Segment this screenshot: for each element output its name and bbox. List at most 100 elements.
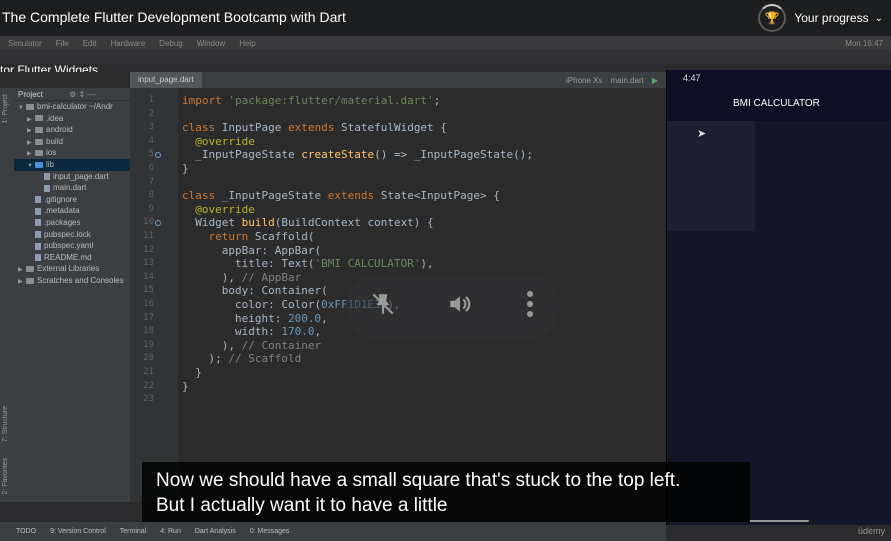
code-line[interactable]: title: Text('BMI CALCULATOR'), — [182, 257, 434, 271]
line-number: 16 — [143, 299, 154, 309]
code-line[interactable]: ), // Container — [182, 339, 321, 353]
more-icon[interactable] — [525, 290, 535, 322]
tree-item[interactable]: ▼ lib — [14, 158, 130, 171]
tree-item[interactable]: ▶ build — [14, 136, 130, 148]
code-line[interactable]: appBar: AppBar( — [182, 244, 321, 258]
override-marker-icon[interactable] — [155, 219, 161, 226]
side-tab-project: 1: Project — [2, 94, 9, 124]
caption-line: Now we should have a small square that's… — [156, 470, 681, 491]
chevron-down-icon[interactable]: ⌄ — [875, 13, 883, 24]
code-line[interactable]: @override — [182, 203, 255, 217]
file-icon — [44, 172, 50, 180]
code-line[interactable]: _InputPageState createState() => _InputP… — [182, 148, 533, 162]
tree-item[interactable]: main.dart — [14, 182, 130, 194]
tree-item-label: input_page.dart — [53, 171, 109, 181]
folder-icon — [35, 161, 43, 168]
code-line[interactable]: height: 200.0, — [182, 312, 328, 326]
line-number: 23 — [143, 394, 154, 405]
side-tab-favorites: 2: Favorites — [2, 458, 9, 495]
project-panel-title: Project — [18, 90, 43, 99]
code-line[interactable]: width: 170.0, — [182, 325, 321, 339]
caption-line: But I actually want it to have a little — [156, 495, 448, 516]
folder-icon — [26, 277, 34, 284]
file-icon — [35, 219, 41, 227]
udemy-watermark: ûdemy — [857, 526, 885, 536]
tree-item-label: android — [46, 125, 73, 135]
run-target: main.dart — [610, 75, 644, 85]
code-line[interactable]: } — [182, 380, 189, 394]
folder-icon — [35, 127, 43, 134]
tree-item[interactable]: ▼ bmi-calculator ~/Andr — [14, 101, 130, 113]
tree-item-label: .packages — [44, 217, 81, 227]
tree-item[interactable]: ▶ Scratches and Consoles — [14, 275, 130, 287]
tree-item[interactable]: pubspec.lock — [14, 229, 130, 241]
menubar-item: Window — [196, 38, 226, 48]
tree-arrow-icon: ▶ — [18, 278, 23, 285]
tree-item-label: lib — [46, 159, 55, 169]
menubar-item: Edit — [82, 38, 97, 48]
line-number: 6 — [148, 163, 154, 173]
tree-item[interactable]: .gitignore — [14, 194, 130, 206]
bottom-tab-terminal: Terminal — [119, 528, 147, 535]
progress-label[interactable]: Your progress — [794, 11, 868, 25]
code-line[interactable]: return Scaffold( — [182, 230, 315, 244]
subtitle-caption: Now we should have a small square that's… — [142, 462, 750, 522]
video-player[interactable]: Simulator File Edit Hardware Debug Windo… — [0, 36, 891, 541]
file-icon — [35, 242, 41, 250]
bottom-tab-version-control: 9: Version Control — [50, 528, 106, 535]
code-line[interactable]: Widget build(BuildContext context) { — [182, 216, 433, 230]
tree-item[interactable]: ▶ android — [14, 124, 130, 136]
progress-menu[interactable]: 🏆 Your progress ⌄ — [758, 0, 891, 36]
video-controls-overlay — [345, 274, 560, 338]
pin-off-icon[interactable] — [370, 291, 396, 321]
ide-window: input_page.dart iPhone Xs main.dart ▶ 1:… — [0, 72, 666, 502]
tree-item-label: ios — [46, 148, 57, 158]
project-panel: Project ⚙ ⇕ — ▼ bmi-calculator ~/Andr ▶ .id… — [14, 88, 130, 502]
code-line[interactable]: @override — [182, 135, 255, 149]
line-number: 5 — [148, 149, 154, 160]
code-line[interactable]: ), // AppBar — [182, 271, 301, 285]
line-number: 20 — [143, 353, 154, 364]
line-number: 8 — [148, 190, 154, 201]
folder-icon — [35, 138, 43, 145]
tree-item[interactable]: ▶ .idea — [14, 113, 130, 125]
course-title[interactable]: The Complete Flutter Development Bootcam… — [2, 9, 346, 25]
trophy-icon[interactable]: 🏆 — [758, 4, 787, 32]
tree-item[interactable]: ▶ ios — [14, 147, 130, 159]
tree-arrow-icon: ▼ — [27, 162, 33, 169]
tree-item[interactable]: .metadata — [14, 205, 130, 217]
folder-icon — [35, 115, 43, 122]
code-line[interactable]: ); // Scaffold — [182, 352, 301, 366]
editor-tabstrip: input_page.dart iPhone Xs main.dart ▶ — [130, 72, 666, 88]
line-number: 19 — [143, 339, 154, 350]
play-icon: ▶ — [651, 75, 658, 85]
code-line[interactable]: class InputPage extends StatefulWidget { — [182, 121, 447, 135]
app-bar — [667, 70, 891, 121]
code-line[interactable]: } — [182, 162, 189, 176]
line-number: 2 — [148, 108, 154, 119]
bottom-tab-todo: TODO — [16, 528, 37, 535]
tree-item[interactable]: .packages — [14, 217, 130, 229]
line-number: 3 — [148, 122, 154, 133]
device-selector: iPhone Xs — [566, 75, 603, 85]
folder-icon — [26, 266, 34, 273]
volume-icon[interactable] — [446, 291, 474, 321]
tree-item-label: .idea — [46, 113, 64, 123]
menubar-item: Debug — [159, 38, 183, 48]
settings-icon: ⚙ ⇕ — — [69, 90, 96, 99]
menubar-item: File — [55, 38, 69, 48]
code-line[interactable]: class _InputPageState extends State<Inpu… — [182, 189, 500, 203]
line-gutter: 1 2 3 4 5 6 7 8 9 10 11 12 13 14 15 16 17 18 19 20 21 22 23 — [130, 88, 178, 502]
tree-item[interactable]: pubspec.yaml — [14, 240, 130, 252]
override-marker-icon[interactable] — [155, 151, 161, 158]
bottom-tab-dart-analysis: Dart Analysis — [194, 528, 236, 535]
tree-item[interactable]: README.md — [14, 252, 130, 264]
code-line[interactable]: } — [182, 366, 202, 380]
line-number: 12 — [143, 244, 154, 255]
code-line[interactable]: import 'package:flutter/material.dart'; — [182, 94, 440, 108]
tree-item[interactable]: ▶ External Libraries — [14, 263, 130, 275]
ide-title-strip — [0, 50, 891, 64]
app-title: BMI CALCULATOR — [733, 98, 820, 109]
mac-menubar: Simulator File Edit Hardware Debug Windo… — [0, 36, 891, 50]
code-line[interactable]: body: Container( — [182, 284, 328, 298]
